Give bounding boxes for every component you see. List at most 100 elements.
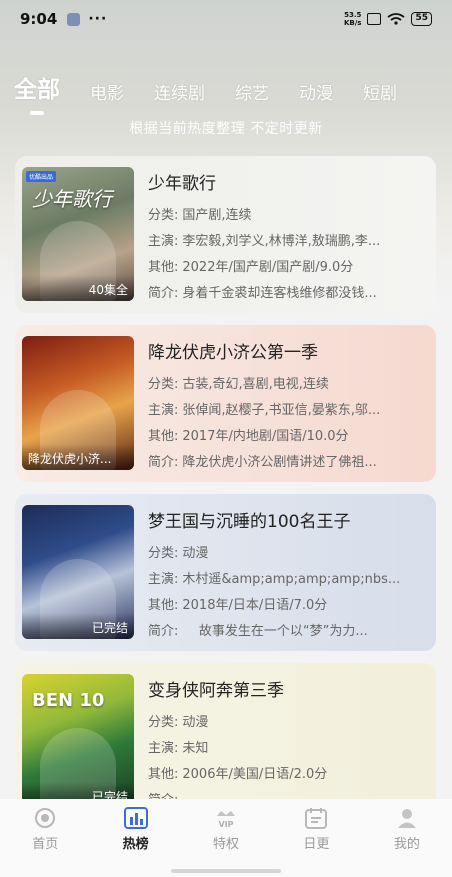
cast-value: 李宏毅,刘学义,林博洋,敖瑞鹏,李... (182, 234, 381, 249)
episode-status: 40集全 (22, 275, 134, 301)
item-info: 梦王国与沉睡的100名王子 分类: 动漫 主演: 木村遥&amp;amp;amp;a… (148, 505, 429, 640)
list-item[interactable]: 降龙伏虎小济... 降龙伏虎小济公第一季 分类: 古装,奇幻,喜剧,电视,连续 主… (15, 325, 436, 482)
item-title[interactable]: 梦王国与沉睡的100名王子 (148, 507, 429, 532)
nav-vip-label: 特权 (213, 837, 240, 852)
intro-value: 故事发生在一个以“梦”为力... (182, 624, 368, 639)
category-value: 动漫 (182, 546, 209, 561)
list-item[interactable]: 优酷出品 少年歌行 40集全 少年歌行 分类: 国产剧,连续 主演: 李宏毅,刘学义… (15, 156, 436, 313)
item-category: 分类: 古装,奇幻,喜剧,电视,连续 (148, 372, 429, 398)
tab-all[interactable]: 全部 (14, 70, 60, 104)
tab-movie[interactable]: 电影 (90, 79, 124, 104)
tab-variety[interactable]: 综艺 (235, 79, 269, 104)
list-item[interactable]: BEN 10 已完结 变身侠阿奔第三季 分类: 动漫 主演: 未知 其他: 2006年… (15, 663, 436, 820)
poster-logo: 少年歌行 (32, 187, 112, 211)
cast-value: 未知 (182, 741, 209, 756)
item-other: 其他: 2022年/国产剧/国产剧/9.0分 (148, 255, 429, 281)
category-value: 动漫 (182, 715, 209, 730)
status-time: 9:04 (20, 10, 58, 28)
wifi-icon (387, 13, 406, 25)
poster-title-caption: 降龙伏虎小济... (22, 444, 134, 470)
other-value: 2006年/美国/日语/2.0分 (182, 767, 328, 782)
item-category: 分类: 动漫 (148, 710, 429, 736)
more-notifications-icon: ··· (88, 11, 108, 27)
item-intro: 简介: 身着千金裘却连客栈维修都没钱... (148, 281, 429, 307)
home-icon (35, 808, 56, 828)
episode-status: 已完结 (22, 613, 134, 639)
item-info: 降龙伏虎小济公第一季 分类: 古装,奇幻,喜剧,电视,连续 主演: 张倬闻,赵樱子,… (148, 336, 429, 471)
other-label: 其他: (148, 598, 179, 613)
intro-label: 简介: (148, 286, 179, 301)
poster-logo: BEN 10 (32, 690, 105, 711)
app-notification-icon (67, 12, 81, 26)
item-category: 分类: 国产剧,连续 (148, 203, 429, 229)
item-other: 其他: 2018年/日本/日语/7.0分 (148, 593, 429, 619)
category-value: 国产剧,连续 (182, 208, 252, 223)
cast-label: 主演: (148, 234, 179, 249)
cast-value: 张倬闻,赵樱子,书亚信,晏紫东,邬... (182, 403, 381, 418)
poster-badge: 优酷出品 (26, 171, 57, 182)
other-value: 2022年/国产剧/国产剧/9.0分 (182, 260, 354, 275)
other-value: 2018年/日本/日语/7.0分 (182, 598, 328, 613)
poster-image[interactable]: BEN 10 已完结 (22, 674, 134, 808)
poster-image[interactable]: 降龙伏虎小济... (22, 336, 134, 470)
category-label: 分类: (148, 377, 179, 392)
item-title[interactable]: 少年歌行 (148, 169, 429, 194)
nav-home[interactable]: 首页 (0, 807, 90, 877)
battery-icon: 55 (411, 12, 432, 26)
nav-daily-update-label: 日更 (303, 837, 330, 852)
category-value: 古装,奇幻,喜剧,电视,连续 (182, 377, 329, 392)
poster-image[interactable]: 已完结 (22, 505, 134, 639)
cast-label: 主演: (148, 403, 179, 418)
item-cast: 主演: 张倬闻,赵樱子,书亚信,晏紫东,邬... (148, 398, 429, 424)
tab-series[interactable]: 连续剧 (154, 79, 205, 104)
poster-image[interactable]: 优酷出品 少年歌行 40集全 (22, 167, 134, 301)
ranking-subtitle: 根据当前热度整理 不定时更新 (129, 121, 323, 137)
nav-hot-ranking[interactable]: 热榜 (90, 807, 180, 877)
item-intro: 简介: 故事发生在一个以“梦”为力... (148, 619, 429, 645)
category-label: 分类: (148, 546, 179, 561)
item-info: 变身侠阿奔第三季 分类: 动漫 主演: 未知 其他: 2006年/美国/日语/2.0分… (148, 674, 429, 809)
item-other: 其他: 2006年/美国/日语/2.0分 (148, 762, 429, 788)
category-tabs: 全部 电影 连续剧 综艺 动漫 短剧 (14, 64, 452, 104)
tab-anime[interactable]: 动漫 (299, 79, 333, 104)
nav-hot-ranking-label: 热榜 (122, 837, 149, 852)
other-label: 其他: (148, 429, 179, 444)
item-cast: 主演: 未知 (148, 736, 429, 762)
bottom-navigation: 首页 热榜 VIP 特权 日更 我的 (0, 799, 452, 877)
item-cast: 主演: 李宏毅,刘学义,林博洋,敖瑞鹏,李... (148, 229, 429, 255)
item-title[interactable]: 变身侠阿奔第三季 (148, 676, 429, 701)
nav-daily-update[interactable]: 日更 (271, 807, 361, 877)
item-other: 其他: 2017年/内地剧/国语/10.0分 (148, 424, 429, 450)
home-indicator[interactable] (171, 869, 281, 873)
cast-label: 主演: (148, 572, 179, 587)
item-category: 分类: 动漫 (148, 541, 429, 567)
intro-value: 身着千金裘却连客栈维修都没钱... (182, 286, 377, 301)
network-speed-unit: KB/s (343, 19, 362, 27)
nav-profile[interactable]: 我的 (362, 807, 452, 877)
intro-label: 简介: (148, 455, 179, 470)
network-speed: 53.5 KB/s (344, 11, 361, 27)
category-label: 分类: (148, 208, 179, 223)
other-value: 2017年/内地剧/国语/10.0分 (182, 429, 349, 444)
ranking-list: 优酷出品 少年歌行 40集全 少年歌行 分类: 国产剧,连续 主演: 李宏毅,刘学义… (15, 156, 436, 832)
other-label: 其他: (148, 767, 179, 782)
other-label: 其他: (148, 260, 179, 275)
item-title[interactable]: 降龙伏虎小济公第一季 (148, 338, 429, 363)
tab-short-drama[interactable]: 短剧 (363, 79, 397, 104)
item-info: 少年歌行 分类: 国产剧,连续 主演: 李宏毅,刘学义,林博洋,敖瑞鹏,李... 其… (148, 167, 429, 302)
nav-vip[interactable]: VIP 特权 (181, 807, 271, 877)
intro-value: 降龙伏虎小济公剧情讲述了佛祖... (182, 455, 377, 470)
calendar-icon (305, 808, 328, 829)
vip-crown-icon: VIP (217, 811, 236, 829)
status-bar: 9:04 ··· 53.5 KB/s 55 (0, 0, 452, 38)
sim-off-icon (367, 13, 382, 25)
cast-value: 木村遥&amp;amp;amp;amp;nbs... (182, 572, 401, 587)
item-cast: 主演: 木村遥&amp;amp;amp;amp;nbs... (148, 567, 429, 593)
cast-label: 主演: (148, 741, 179, 756)
network-speed-value: 53.5 (344, 11, 362, 19)
list-item[interactable]: 已完结 梦王国与沉睡的100名王子 分类: 动漫 主演: 木村遥&amp;amp;a… (15, 494, 436, 651)
nav-home-label: 首页 (32, 837, 59, 852)
nav-profile-label: 我的 (393, 837, 420, 852)
category-label: 分类: (148, 715, 179, 730)
intro-label: 简介: (148, 624, 179, 639)
